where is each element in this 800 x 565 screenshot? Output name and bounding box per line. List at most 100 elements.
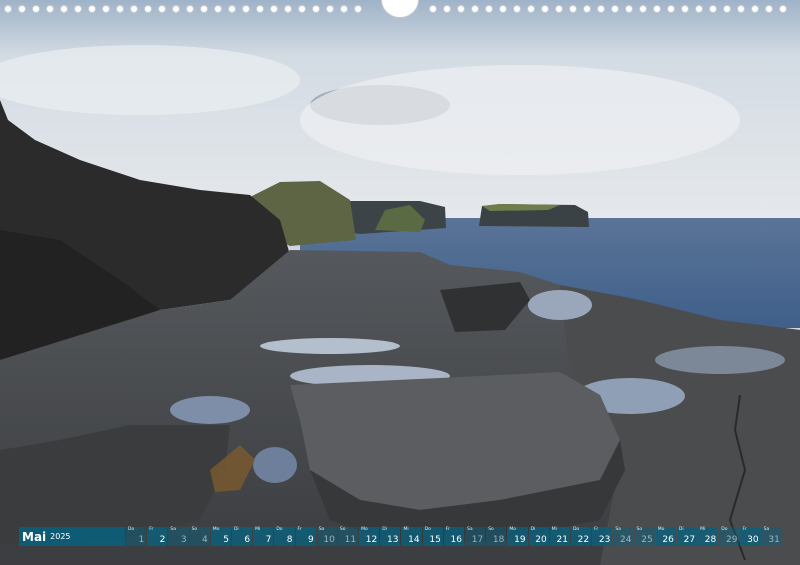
binding-hole [639,5,647,13]
binding-hole [723,5,731,13]
binding-hole [130,5,138,13]
day-number: 5 [223,535,229,545]
binding-hole [144,5,152,13]
coastal-landscape-photo [0,0,800,565]
binding-hole [214,5,222,13]
calendar-day: Fr 2 [147,527,168,546]
binding-hole [667,5,675,13]
day-weekday: Mo [657,527,665,532]
binding-hole [681,5,689,13]
binding-hole [32,5,40,13]
day-weekday: Sa [318,527,325,532]
binding-hole [527,5,535,13]
binding-hole [242,5,250,13]
month-year: 2025 [50,532,71,541]
day-number: 4 [202,535,208,545]
binding-hole [340,5,348,13]
day-weekday: So [339,527,346,532]
day-weekday: Fr [742,527,747,532]
calendar-day: Sa 17 [465,527,486,546]
binding-hole [228,5,236,13]
day-weekday: Di [382,527,387,532]
day-number: 19 [514,535,526,545]
calendar-day: Mo 12 [359,527,380,546]
month-label: Mai 2025 [19,527,125,546]
binding-hole [709,5,717,13]
tide-pool [260,338,400,354]
binding-hole [88,5,96,13]
tide-pool [528,290,592,320]
binding-hole [354,5,362,13]
day-weekday: Fr [149,527,154,532]
binding-hole [186,5,194,13]
binding-hole [653,5,661,13]
day-weekday: Mi [403,527,409,532]
day-weekday: Mo [361,527,368,532]
binding-hole [298,5,306,13]
binding-hole [611,5,619,13]
calendar-day: Di 27 [676,527,698,546]
binding-hole [18,5,26,13]
binding-hole [555,5,563,13]
calendar-day: Mi 21 [549,527,570,546]
day-number: 29 [725,535,738,545]
tide-pool [253,447,297,483]
tide-pool [655,346,785,374]
binding-hole [751,5,759,13]
day-number: 23 [598,535,611,545]
day-number: 6 [244,535,251,545]
day-weekday: Di [233,527,239,532]
binding-hole [46,5,54,13]
calendar-day: Do 1 [126,527,147,546]
calendar-day: Do 22 [570,527,592,546]
binding-hole [256,5,264,13]
calendar-day: Do 8 [274,527,295,546]
calendar-day: Mi 7 [253,527,274,546]
month-name: Mai [22,529,47,544]
day-number: 14 [408,535,420,545]
binding-hole [312,5,320,13]
calendar-day: So 18 [486,527,507,546]
binding-hole [102,5,110,13]
day-weekday: Mo [509,527,517,532]
calendar-day: Do 29 [719,527,740,546]
day-number: 26 [662,535,674,545]
day-number: 21 [556,535,568,545]
binding-hole [200,5,208,13]
day-number: 27 [683,535,696,545]
day-weekday: So [488,527,494,532]
day-number: 30 [747,535,759,545]
binding-hole [513,5,521,13]
calendar-day: Mi 28 [698,527,719,546]
binding-hole [779,5,787,13]
binding-hole [583,5,591,13]
calendar-day: Sa 24 [613,527,634,546]
binding-hole [737,5,745,13]
binding-hole [60,5,68,13]
calendar-day: Fr 9 [295,527,316,546]
day-weekday: Mi [551,527,557,532]
calendar-day: So 25 [634,527,655,546]
binding-hole [471,5,479,13]
calendar-day: Sa 3 [168,527,189,546]
binding-hole [172,5,180,13]
calendar-day: Sa 10 [316,527,337,546]
day-weekday: Sa [763,527,770,532]
day-weekday: Do [276,527,283,532]
calendar-day: Mo 26 [655,527,676,546]
binding-hole [597,5,605,13]
day-weekday: So [636,527,643,532]
day-weekday: Mo [212,527,220,532]
day-weekday: Fr [445,527,450,532]
day-number: 24 [620,535,632,545]
day-number: 31 [768,535,780,545]
binding-hole [443,5,451,13]
day-number: 8 [286,535,293,545]
binding-hole [270,5,278,13]
binding-hole [765,5,773,13]
binding-hole [625,5,633,13]
day-weekday: Do [128,527,135,532]
binding-hole [116,5,124,13]
day-weekday: Fr [297,527,302,532]
day-weekday: Fr [594,527,599,532]
